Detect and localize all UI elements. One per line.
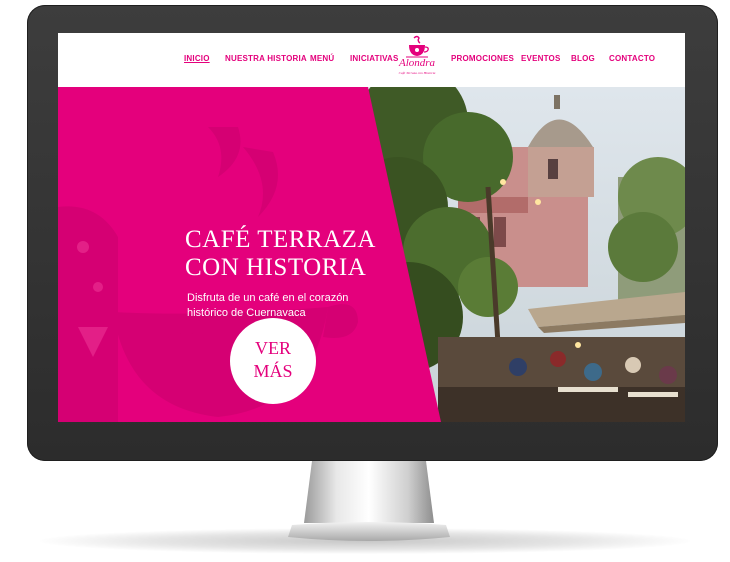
cta-label-line: VER <box>255 338 291 358</box>
hero-banner: CAFÉ TERRAZA CON HISTORIA Disfruta de un… <box>58 87 685 422</box>
nav-link-eventos[interactable]: EVENTOS <box>521 54 561 63</box>
hero-subtitle-line: Disfruta de un café en el corazón <box>187 292 349 304</box>
alondra-logo[interactable]: Alondra Café Terraza con Historia <box>392 35 442 81</box>
nav-link-nuestra-historia[interactable]: NUESTRA HISTORIA <box>225 54 307 63</box>
nav-link-menu[interactable]: MENÚ <box>310 54 334 63</box>
website-screen: INICIO NUESTRA HISTORIA MENÚ INICIATIVAS… <box>58 33 685 422</box>
hero-subtitle: Disfruta de un café en el corazón histór… <box>187 291 407 321</box>
monitor-stand <box>288 461 450 541</box>
hero-title: CAFÉ TERRAZA CON HISTORIA <box>185 226 425 282</box>
cta-label-line: MÁS <box>253 361 293 381</box>
top-navigation: INICIO NUESTRA HISTORIA MENÚ INICIATIVAS… <box>58 33 685 88</box>
logo-tagline: Café Terraza con Historia <box>398 71 436 75</box>
nav-link-blog[interactable]: BLOG <box>571 54 595 63</box>
nav-link-inicio[interactable]: INICIO <box>184 54 210 63</box>
nav-link-contacto[interactable]: CONTACTO <box>609 54 655 63</box>
nav-link-promociones[interactable]: PROMOCIONES <box>451 54 514 63</box>
logo-name: Alondra <box>398 57 436 69</box>
ver-mas-button[interactable]: VER MÁS <box>230 318 316 404</box>
hero-title-line: CAFÉ TERRAZA <box>185 226 376 253</box>
hero-title-line: CON HISTORIA <box>185 254 367 281</box>
coffee-cup-icon <box>406 35 429 58</box>
hero-subtitle-line: histórico de Cuernavaca <box>187 307 306 319</box>
